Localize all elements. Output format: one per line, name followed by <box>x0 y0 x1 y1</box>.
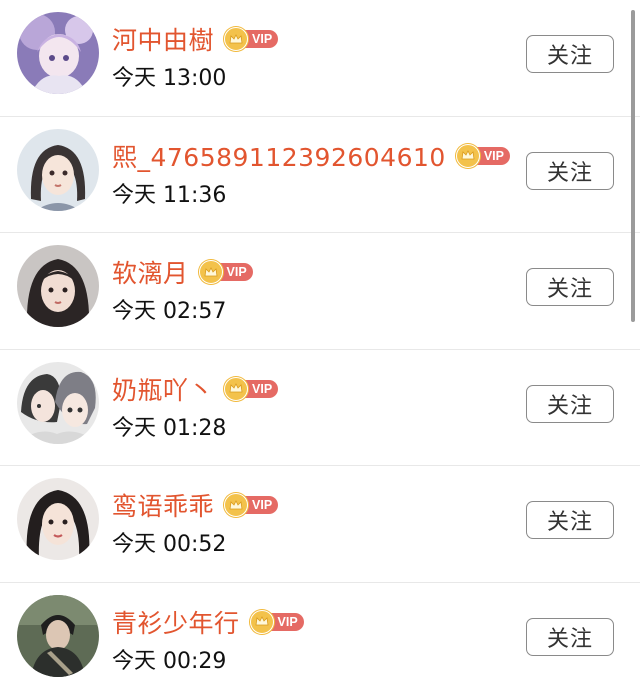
username[interactable]: 软漓月 <box>112 254 189 290</box>
vip-badge: VIP <box>250 610 304 634</box>
follow-button[interactable]: 关注 <box>526 618 614 656</box>
follow-button[interactable]: 关注 <box>526 152 614 190</box>
follow-button[interactable]: 关注 <box>526 268 614 306</box>
list-item[interactable]: 青衫少年行 VIP 今天 00:29 关注 <box>0 583 640 699</box>
list-item[interactable]: 奶瓶吖丶 VIP 今天 01:28 关注 <box>0 350 640 467</box>
username[interactable]: 青衫少年行 <box>112 604 240 640</box>
avatar[interactable] <box>17 595 99 677</box>
name-line: 鸾语乖乖 VIP <box>112 487 278 523</box>
list-item[interactable]: 软漓月 VIP 今天 02:57 关注 <box>0 233 640 350</box>
avatar[interactable] <box>17 245 99 327</box>
vip-badge: VIP <box>224 493 278 517</box>
username[interactable]: 鸾语乖乖 <box>112 487 214 523</box>
timestamp: 今天 00:52 <box>112 526 226 558</box>
name-line: 青衫少年行 VIP <box>112 604 304 640</box>
vip-badge: VIP <box>456 144 510 168</box>
vip-badge: VIP <box>224 377 278 401</box>
avatar[interactable] <box>17 362 99 444</box>
list-item[interactable]: 鸾语乖乖 VIP 今天 00:52 关注 <box>0 466 640 583</box>
username[interactable]: 河中由樹 <box>112 21 214 57</box>
vip-badge: VIP <box>199 260 253 284</box>
follow-button[interactable]: 关注 <box>526 501 614 539</box>
timestamp: 今天 13:00 <box>112 60 226 92</box>
list-item[interactable]: 河中由樹 VIP 今天 13:00 关注 <box>0 0 640 117</box>
avatar[interactable] <box>17 129 99 211</box>
crown-icon <box>199 260 223 284</box>
follow-button[interactable]: 关注 <box>526 385 614 423</box>
name-line: 奶瓶吖丶 VIP <box>112 371 278 407</box>
crown-icon <box>224 493 248 517</box>
follower-list: 河中由樹 VIP 今天 13:00 关注 熙_47658 <box>0 0 640 699</box>
crown-icon <box>456 144 480 168</box>
vip-badge: VIP <box>224 27 278 51</box>
timestamp: 今天 02:57 <box>112 293 226 325</box>
avatar[interactable] <box>17 478 99 560</box>
username[interactable]: 奶瓶吖丶 <box>112 371 214 407</box>
follow-button[interactable]: 关注 <box>526 35 614 73</box>
timestamp: 今天 01:28 <box>112 410 226 442</box>
list-item[interactable]: 熙_476589112392604610 VIP 今天 11:36 关注 <box>0 117 640 234</box>
scrollbar[interactable] <box>631 10 635 322</box>
crown-icon <box>250 610 274 634</box>
name-line: 河中由樹 VIP <box>112 21 278 57</box>
name-line: 熙_476589112392604610 VIP <box>112 138 510 174</box>
username[interactable]: 熙_476589112392604610 <box>112 138 446 174</box>
crown-icon <box>224 27 248 51</box>
timestamp: 今天 00:29 <box>112 643 226 675</box>
name-line: 软漓月 VIP <box>112 254 253 290</box>
timestamp: 今天 11:36 <box>112 177 226 209</box>
crown-icon <box>224 377 248 401</box>
avatar[interactable] <box>17 12 99 94</box>
